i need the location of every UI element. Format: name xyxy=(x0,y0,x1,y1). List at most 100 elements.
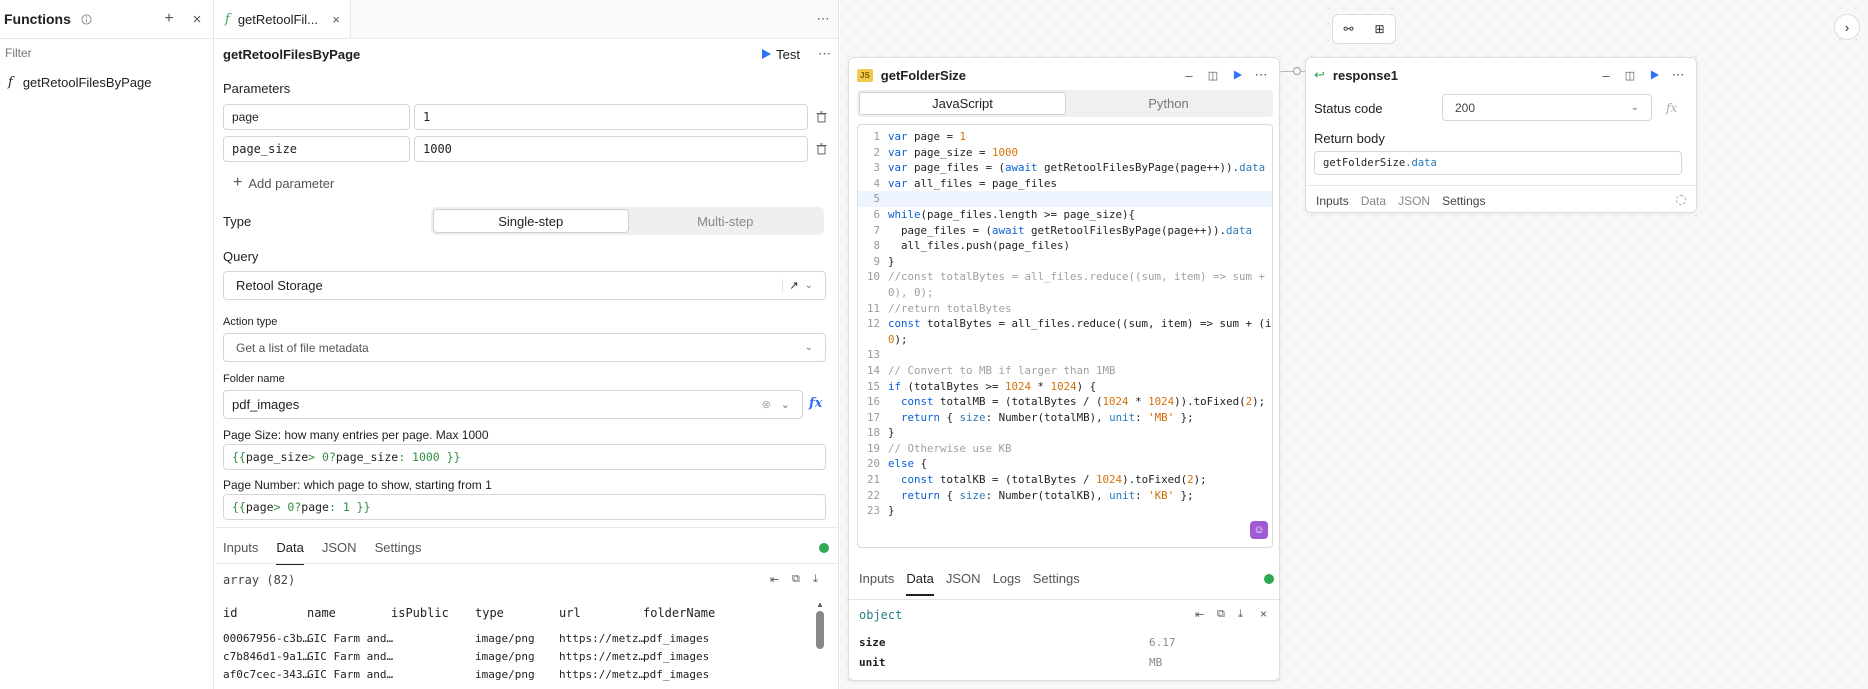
split-view-icon[interactable]: ◫ xyxy=(1618,69,1642,82)
action-type-select[interactable]: Get a list of file metadata ⌄ xyxy=(223,333,826,362)
download-icon[interactable]: ⤓ xyxy=(1238,608,1243,621)
function-item-label: getRetoolFilesByPage xyxy=(22,74,152,90)
expand-panel-button[interactable]: › xyxy=(1834,14,1860,40)
collapse-icon[interactable]: ⇤ xyxy=(1195,608,1204,621)
more-icon[interactable]: ⋯ xyxy=(818,46,831,62)
column-header[interactable]: folderName xyxy=(643,606,715,620)
success-status-icon xyxy=(1264,574,1274,584)
query-select[interactable]: Retool Storage ↗ ⌄ xyxy=(223,271,826,300)
more-icon[interactable]: ⋯ xyxy=(1666,67,1690,83)
chevron-down-icon: ⌄ xyxy=(804,280,813,291)
param-value-field[interactable]: 1 xyxy=(414,104,808,130)
layout-icon[interactable]: ⚯ xyxy=(1343,22,1353,36)
tab-json[interactable]: JSON xyxy=(322,540,357,565)
chevron-down-icon: ⌄ xyxy=(804,342,813,353)
column-header[interactable]: name xyxy=(307,606,336,620)
function-editor-panel: f getRetoolFil... × ⋯ getRetoolFilesByPa… xyxy=(215,0,839,689)
functions-panel: Functions + × f getRetoolFilesByPage xyxy=(0,0,214,689)
more-icon[interactable]: ⋯ xyxy=(1249,67,1273,83)
tree-icon[interactable]: ⊞ xyxy=(1374,22,1384,36)
code-editor[interactable]: 1 var page = 1 2 var page_size = 1000 3 var… xyxy=(857,124,1273,548)
clear-icon[interactable]: ⊗ xyxy=(762,398,771,411)
block-tabs: Inputs Data JSON Settings xyxy=(1316,194,1485,208)
status-code-select[interactable]: 200 ⌄ xyxy=(1442,94,1652,121)
connector-port[interactable] xyxy=(1293,67,1301,75)
trash-icon[interactable] xyxy=(808,136,834,162)
tab-getRetoolFilesByPage[interactable]: f getRetoolFil... × xyxy=(215,0,351,38)
external-link-icon[interactable]: ↗ xyxy=(782,279,804,292)
single-step-option[interactable]: Single-step xyxy=(433,209,629,233)
page-size-label: Page Size: how many entries per page. Ma… xyxy=(223,428,489,442)
return-body-field[interactable]: getFolderSize .data xyxy=(1314,151,1682,175)
table-row[interactable]: af0c7cec-343… GIC Farm and… image/png ht… xyxy=(223,668,713,684)
tab-json[interactable]: JSON xyxy=(946,571,981,596)
js-badge: JS xyxy=(857,68,873,82)
tab-settings[interactable]: Settings xyxy=(1442,194,1485,208)
param-name-field[interactable]: page xyxy=(223,104,410,130)
test-button[interactable]: Test xyxy=(761,47,800,62)
page-number-field[interactable]: {{ page > 0? page : 1 }} xyxy=(223,494,826,520)
tab-inputs[interactable]: Inputs xyxy=(1316,194,1349,208)
run-icon[interactable] xyxy=(1225,70,1249,80)
info-icon[interactable] xyxy=(81,13,92,25)
filter-input[interactable] xyxy=(5,46,195,60)
block-header: JS getFolderSize – ◫ ⋯ xyxy=(857,65,1273,85)
tab-data[interactable]: Data xyxy=(906,571,934,596)
column-header[interactable]: type xyxy=(475,606,504,620)
function-item-getRetoolFilesByPage[interactable]: f getRetoolFilesByPage xyxy=(0,70,213,94)
download-icon[interactable]: ⤓ xyxy=(813,573,818,586)
function-icon: f xyxy=(225,11,230,27)
success-status-icon xyxy=(819,543,829,553)
table-row[interactable]: 00067956-c3b… GIC Farm and… image/png ht… xyxy=(223,632,713,648)
tab-json[interactable]: JSON xyxy=(1398,194,1430,208)
more-icon[interactable]: ⋯ xyxy=(808,0,838,38)
tab-settings[interactable]: Settings xyxy=(1033,571,1080,596)
chevron-down-icon: ⌄ xyxy=(1630,102,1639,113)
minimize-icon[interactable]: – xyxy=(1594,68,1618,83)
function-icon: f xyxy=(8,74,13,90)
tab-logs[interactable]: Logs xyxy=(993,571,1021,596)
multi-step-option[interactable]: Multi-step xyxy=(629,209,823,233)
table-row[interactable]: c7b846d1-9a1… GIC Farm and… image/png ht… xyxy=(223,650,713,666)
workflow-canvas[interactable]: ⚯ ⊞ › JS getFolderSize – ◫ ⋯ JavaScript … xyxy=(840,0,1868,689)
close-icon[interactable]: × xyxy=(1260,607,1267,621)
run-icon[interactable] xyxy=(1642,70,1666,80)
copy-icon[interactable]: ⧉ xyxy=(792,573,800,586)
fx-icon[interactable]: fx xyxy=(1666,101,1677,115)
split-view-icon[interactable]: ◫ xyxy=(1201,69,1225,82)
functions-title: Functions xyxy=(4,11,71,27)
folder-name-select[interactable]: pdf_images ⊗ ⌄ xyxy=(223,390,803,419)
tab-settings[interactable]: Settings xyxy=(375,540,422,565)
collapse-icon[interactable]: ⇤ xyxy=(770,573,779,586)
page-size-field[interactable]: {{ page_size > 0? page_size : 1000 }} xyxy=(223,444,826,470)
minimize-icon[interactable]: – xyxy=(1177,68,1201,83)
status-code-label: Status code xyxy=(1314,101,1383,116)
chevron-down-icon: ⌄ xyxy=(780,399,790,411)
editor-title-row: getRetoolFilesByPage Test ⋯ xyxy=(223,44,831,64)
block-header: ↩ response1 – ◫ ⋯ xyxy=(1314,65,1690,85)
result-panel: object ⇤ ⧉ ⤓ × size 6.17 unit MB xyxy=(849,599,1279,681)
add-parameter-button[interactable]: + Add parameter xyxy=(233,174,334,192)
tab-inputs[interactable]: Inputs xyxy=(223,540,258,565)
tab-data[interactable]: Data xyxy=(1361,194,1386,208)
column-header[interactable]: isPublic xyxy=(391,606,449,620)
tab-javascript[interactable]: JavaScript xyxy=(859,92,1066,115)
functions-header: Functions + × xyxy=(0,0,213,39)
close-icon[interactable]: × xyxy=(187,11,207,28)
column-header[interactable]: url xyxy=(559,606,581,620)
ai-assist-icon[interactable]: ☺ xyxy=(1250,521,1268,539)
fx-icon[interactable]: fx xyxy=(809,396,822,411)
query-label: Query xyxy=(223,249,259,264)
tab-python[interactable]: Python xyxy=(1066,92,1271,115)
param-value-field[interactable]: 1000 xyxy=(414,136,808,162)
return-body-label: Return body xyxy=(1314,131,1385,146)
tab-data[interactable]: Data xyxy=(276,540,304,565)
add-function-icon[interactable]: + xyxy=(159,10,179,28)
copy-icon[interactable]: ⧉ xyxy=(1217,608,1225,621)
trash-icon[interactable] xyxy=(808,104,834,130)
column-header[interactable]: id xyxy=(223,606,237,620)
table-scrollbar[interactable]: ▲ xyxy=(815,600,825,658)
tab-inputs[interactable]: Inputs xyxy=(859,571,894,596)
close-tab-icon[interactable]: × xyxy=(332,12,340,27)
param-name-field[interactable]: page_size xyxy=(223,136,410,162)
